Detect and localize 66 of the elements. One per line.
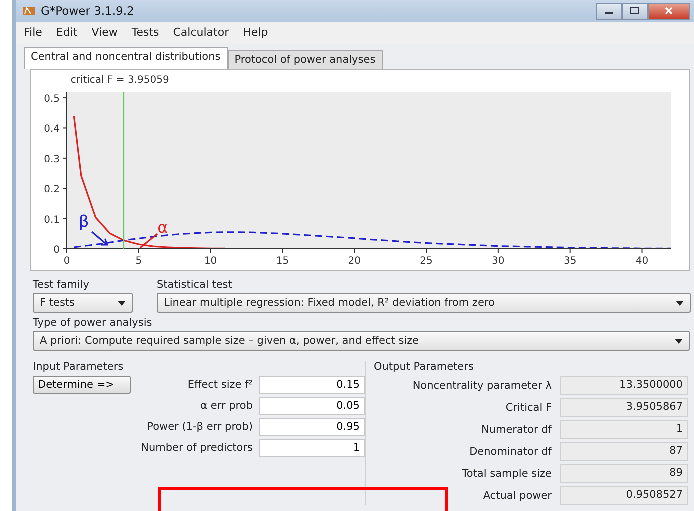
field-label: Critical F [504,402,552,414]
tick-label: 30 [492,256,505,267]
input-field[interactable]: 0.95 [259,418,365,436]
menu-item[interactable]: Tests [132,26,160,40]
field-label: α err prob [200,400,253,412]
tick-label: 40 [636,256,649,267]
caret-icon [675,338,683,344]
field-label: Numerator df [480,424,552,436]
output-value: 87 [560,442,688,461]
tick-label: 0 [54,245,60,256]
tick-label: 0.5 [44,94,60,106]
tick-label: 35 [564,256,577,267]
output-value: 0.9508527 [560,486,688,505]
field-label: Noncentrality parameter λ [412,380,552,392]
maximize-button[interactable] [622,2,648,20]
field-label: Power (1-β err prob) [146,421,253,433]
tick-label: 0.1 [44,214,60,226]
close-button[interactable] [648,2,690,20]
menu-item[interactable]: File [24,26,42,40]
dropdown[interactable]: A priori: Compute required sample size – given α, power, and effect size [33,331,690,351]
field-label: Statistical test [157,279,234,291]
field-label: Total sample size [461,468,552,480]
menu-item[interactable]: Edit [56,26,78,40]
tick-label: 0.3 [44,154,60,166]
tick-label: 0 [64,256,70,267]
dropdown[interactable]: Linear multiple regression: Fixed model, R² deviation from zero [157,293,691,313]
section-title: Input Parameters [33,361,125,373]
maximize-icon [630,7,640,15]
input-field[interactable]: 0.05 [259,397,365,415]
app-icon [22,5,36,17]
field-label: Effect size f² [186,379,253,391]
tab[interactable]: Central and noncentral distributions [24,47,228,69]
input-field[interactable]: 1 [259,439,365,457]
beta-arrow [92,231,108,246]
critical-value-label: critical F = 3.95059 [70,75,170,86]
output-value: 89 [560,464,688,483]
field-label: Test family [33,279,90,291]
tick-label: 25 [420,256,433,267]
tick-label: 0.2 [44,184,60,196]
determine-button[interactable]: Determine => [33,376,131,394]
output-value: 3.9505867 [560,398,688,417]
field-label: Type of power analysis [33,317,154,329]
menu-item[interactable]: View [92,26,118,40]
close-icon [664,7,674,15]
beta-label: β [79,212,90,231]
section-title: Output Parameters [374,361,475,373]
caret-icon [676,300,684,306]
tab[interactable]: Protocol of power analyses [228,50,383,69]
tick-label: 10 [204,256,218,267]
menu-item[interactable]: Help [243,26,268,40]
caret-icon [118,300,126,306]
field-label: Actual power [482,490,552,502]
alpha-label: α [158,218,168,237]
window-title: G*Power 3.1.9.2 [41,4,134,18]
tick-label: 15 [276,256,290,267]
output-value: 13.3500000 [560,376,688,395]
tick-label: 5 [136,256,142,267]
minimize-button[interactable] [596,2,622,20]
menu-item[interactable]: Calculator [173,26,230,40]
input-field[interactable]: 0.15 [259,376,365,394]
dropdown[interactable]: F tests [33,293,133,313]
output-value: 1 [560,420,688,439]
tick-label: 20 [348,256,361,267]
tick-label: 0.4 [44,124,60,136]
field-label: Number of predictors [140,442,253,454]
field-label: Denominator df [468,446,552,458]
